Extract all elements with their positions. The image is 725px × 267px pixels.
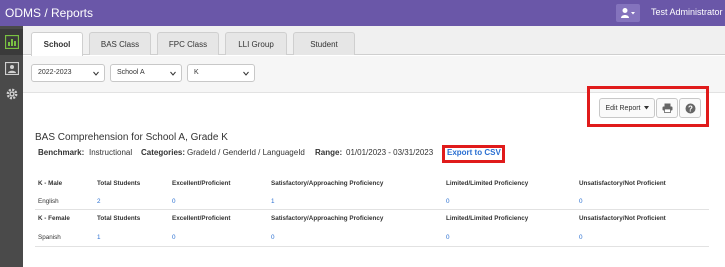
top-bar: ODMS / Reports Test Administrator	[0, 0, 725, 26]
cell-link[interactable]: 0	[579, 198, 583, 205]
benchmark-label: Benchmark:	[38, 148, 85, 157]
cell-link[interactable]: 0	[172, 198, 176, 205]
grade-select[interactable]: K	[187, 64, 255, 82]
tab-bas-class[interactable]: BAS Class	[89, 32, 151, 55]
grade-select-value: K	[194, 69, 199, 76]
column-header: Excellent/Proficient	[172, 215, 231, 222]
chevron-down-icon	[93, 71, 99, 76]
edit-report-button[interactable]: Edit Report	[599, 98, 655, 118]
row-label-spanish: Spanish	[38, 234, 61, 241]
year-select[interactable]: 2022-2023	[31, 64, 105, 82]
benchmark-value: Instructional	[89, 148, 133, 157]
row-divider	[35, 246, 709, 247]
column-header: Total Students	[97, 180, 141, 187]
cell-link[interactable]: 0	[579, 234, 583, 241]
report-title: BAS Comprehension for School A, Grade K	[35, 132, 228, 143]
sidebar-item-settings[interactable]	[0, 81, 23, 107]
left-sidebar	[0, 26, 23, 267]
year-select-value: 2022-2023	[38, 69, 72, 76]
column-header: Total Students	[97, 215, 141, 222]
edit-report-label: Edit Report	[605, 104, 641, 112]
tab-fpc-class[interactable]: FPC Class	[157, 32, 219, 55]
cell-link[interactable]: 0	[446, 234, 450, 241]
range-label: Range:	[315, 148, 343, 157]
column-header: Satisfactory/Approaching Proficiency	[271, 180, 384, 187]
column-header: Unsatisfactory/Not Proficient	[579, 215, 666, 222]
group-label-female: K - Female	[38, 215, 70, 222]
export-csv-link[interactable]: Export to CSV	[447, 148, 501, 157]
tab-school[interactable]: School	[31, 32, 83, 56]
column-header: Limited/Limited Proficiency	[446, 215, 529, 222]
column-header: Limited/Limited Proficiency	[446, 180, 529, 187]
school-select-value: School A	[117, 69, 145, 76]
row-label-english: English	[38, 198, 59, 205]
categories-label: Categories:	[141, 148, 186, 157]
column-header: Excellent/Proficient	[172, 180, 231, 187]
cell-link[interactable]: 1	[271, 198, 275, 205]
sidebar-item-reports[interactable]	[0, 29, 23, 55]
report-tabs: School BAS Class FPC Class LLI Group Stu…	[23, 26, 725, 56]
app-title: ODMS / Reports	[5, 6, 94, 20]
svg-text:?: ?	[688, 104, 693, 113]
user-name[interactable]: Test Administrator	[651, 7, 723, 17]
chevron-down-icon	[170, 71, 176, 76]
reports-icon	[4, 35, 19, 49]
print-button[interactable]	[656, 98, 678, 118]
chevron-down-icon	[243, 71, 249, 76]
caret-down-icon	[643, 106, 649, 110]
cell-link[interactable]: 0	[172, 234, 176, 241]
tab-student[interactable]: Student	[293, 32, 355, 55]
column-header: Satisfactory/Approaching Proficiency	[271, 215, 384, 222]
print-icon	[662, 103, 672, 113]
sidebar-item-students[interactable]	[0, 55, 23, 81]
row-divider	[35, 209, 709, 210]
column-header: Unsatisfactory/Not Proficient	[579, 180, 666, 187]
categories-value: GradeId / GenderId / LanguageId	[187, 148, 305, 157]
user-icon	[621, 8, 635, 18]
cell-link[interactable]: 1	[97, 234, 101, 241]
help-button[interactable]: ?	[679, 98, 701, 118]
school-select[interactable]: School A	[110, 64, 182, 82]
range-value: 01/01/2023 - 03/31/2023	[346, 148, 434, 157]
cell-link[interactable]: 0	[271, 234, 275, 241]
help-icon: ?	[685, 103, 695, 113]
group-label-male: K - Male	[38, 180, 63, 187]
tab-lli-group[interactable]: LLI Group	[225, 32, 287, 55]
user-menu-button[interactable]	[616, 4, 640, 22]
cell-link[interactable]: 2	[97, 198, 101, 205]
gear-icon	[6, 88, 17, 100]
student-card-icon	[4, 61, 19, 75]
cell-link[interactable]: 0	[446, 198, 450, 205]
